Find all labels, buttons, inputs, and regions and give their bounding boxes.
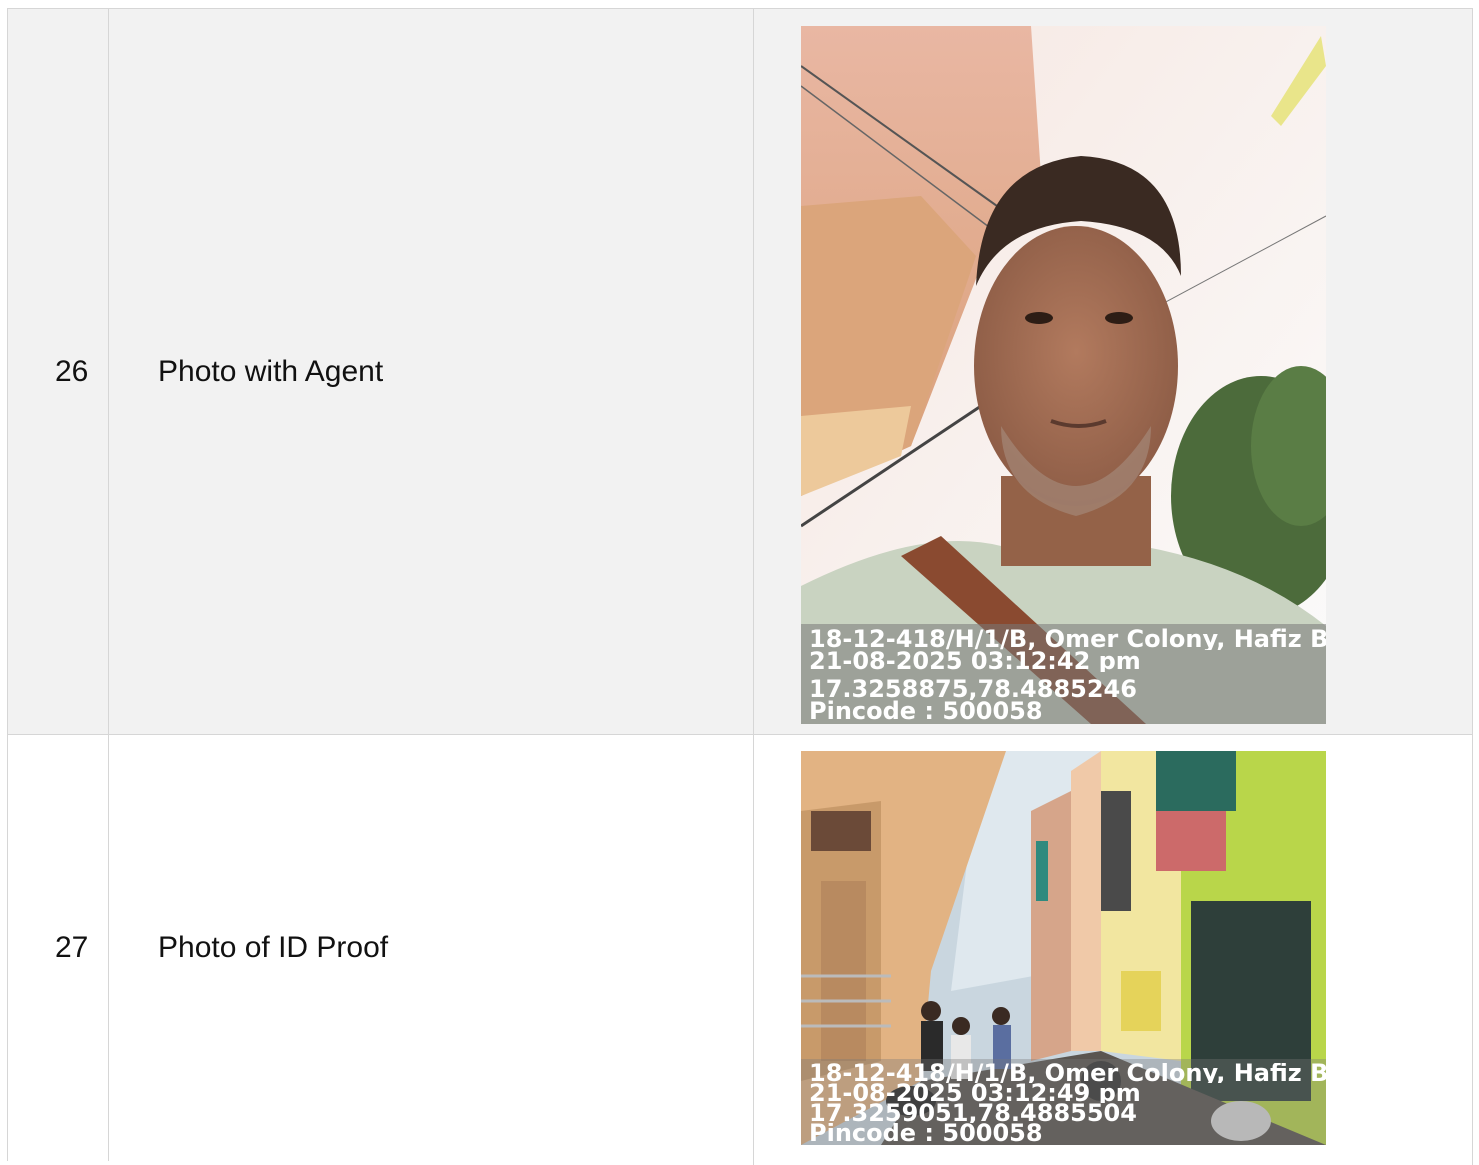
photo-geotag-overlay: 18-12-418/H/1/B, Omer Colony, Hafiz Baba… xyxy=(801,1059,1326,1145)
id-proof-photo[interactable]: 18-12-418/H/1/B, Omer Colony, Hafiz Baba… xyxy=(801,751,1326,1145)
photo-datetime: 21-08-2025 03:12:42 pm xyxy=(809,650,1141,672)
photo-cell: 18-12-418/H/1/B, Omer Colony, Hafiz Baba… xyxy=(753,9,1473,734)
selfie-photo-icon xyxy=(801,26,1326,724)
row-label: Photo of ID Proof xyxy=(158,931,389,964)
row-label-cell: Photo of ID Proof xyxy=(108,735,753,1161)
photo-pincode: Pincode : 500058 xyxy=(809,700,1043,722)
photo-coordinates: 17.3259051,78.4885504 xyxy=(809,1103,1137,1123)
table-row: 26 Photo with Agent 18-12-418/H/1/B, Ome… xyxy=(7,9,1473,735)
agent-photo[interactable]: 18-12-418/H/1/B, Omer Colony, Hafiz Baba… xyxy=(801,26,1326,724)
photo-coordinates: 17.3258875,78.4885246 xyxy=(809,678,1137,700)
row-number: 26 xyxy=(55,354,89,388)
row-label: Photo with Agent xyxy=(158,354,384,388)
photo-datetime: 21-08-2025 03:12:49 pm xyxy=(809,1083,1141,1103)
photo-cell: 18-12-418/H/1/B, Omer Colony, Hafiz Baba… xyxy=(753,735,1473,1165)
photo-address: 18-12-418/H/1/B, Omer Colony, Hafiz Baba… xyxy=(809,1063,1326,1083)
photo-geotag-overlay: 18-12-418/H/1/B, Omer Colony, Hafiz Baba… xyxy=(801,624,1326,724)
document-table: 26 Photo with Agent 18-12-418/H/1/B, Ome… xyxy=(7,8,1473,1165)
photo-address: 18-12-418/H/1/B, Omer Colony, Hafiz Baba… xyxy=(809,628,1326,650)
table-row: 27 Photo of ID Proof 18-12-418/H/1/B, Om… xyxy=(7,735,1473,1165)
row-number-cell: 26 xyxy=(7,9,108,734)
photo-pincode: Pincode : 500058 xyxy=(809,1123,1043,1143)
row-label-cell: Photo with Agent xyxy=(108,9,753,734)
row-number-cell: 27 xyxy=(7,735,108,1161)
row-number: 27 xyxy=(55,931,89,964)
